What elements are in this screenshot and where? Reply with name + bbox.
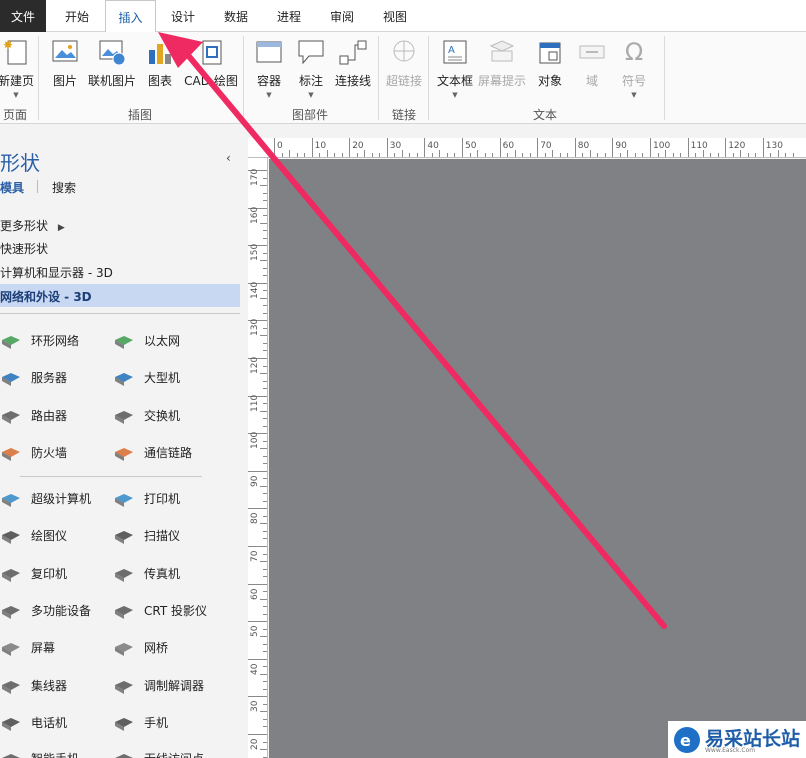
app-window: { "tabs": {"file":"文件","home":"开始","inse… — [0, 0, 806, 758]
annotation-arrow — [158, 32, 667, 629]
svg-text:e: e — [680, 731, 691, 750]
watermark-logo-icon: e — [674, 727, 700, 753]
watermark: e 易采站长站 Www.Easck.Com — [668, 721, 806, 758]
watermark-subtext: Www.Easck.Com — [705, 747, 756, 754]
